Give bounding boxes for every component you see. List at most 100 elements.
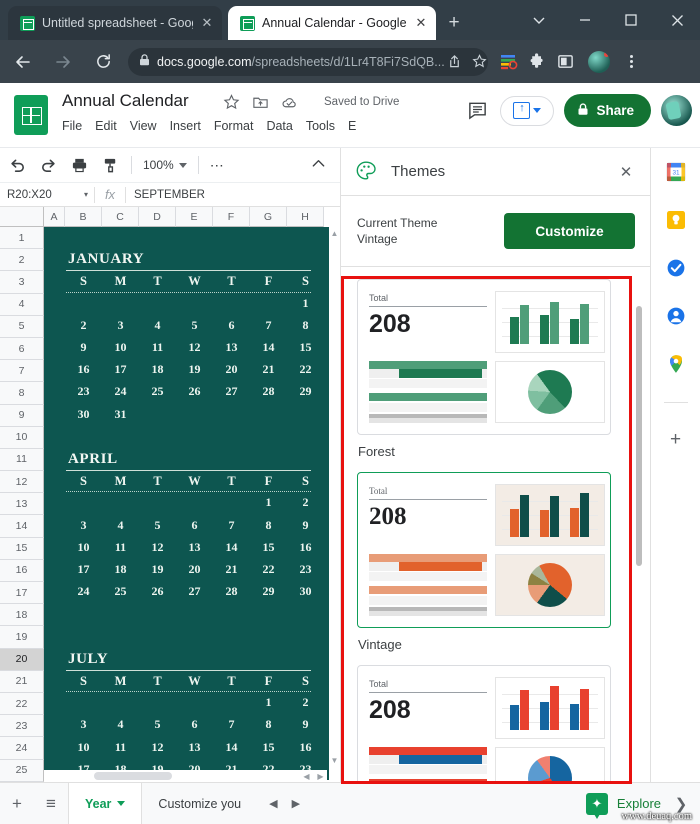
redo-icon[interactable]	[35, 152, 62, 179]
calendar-day-cell[interactable]: 4	[102, 518, 139, 533]
color-picker-extension-icon[interactable]	[498, 51, 520, 73]
calendar-day-cell[interactable]: 19	[176, 362, 213, 377]
column-header-b[interactable]: B	[65, 207, 102, 227]
scroll-left-icon[interactable]: ◀	[300, 770, 313, 782]
calendar-day-cell[interactable]: 31	[102, 407, 139, 422]
row-header-19[interactable]: 19	[0, 626, 44, 649]
calendar-day-cell[interactable]	[102, 695, 139, 710]
column-header-d[interactable]: D	[139, 207, 176, 227]
theme-card-wrapper[interactable]: Total 208	[357, 665, 635, 782]
chevron-down-icon[interactable]	[117, 801, 126, 806]
calendar-day-cell[interactable]	[287, 407, 324, 422]
minimize-icon[interactable]	[562, 0, 608, 40]
share-button[interactable]: Share	[564, 94, 651, 127]
row-header-11[interactable]: 11	[0, 448, 44, 472]
calendar-day-cell[interactable]: 17	[65, 562, 102, 577]
row-header-10[interactable]: 10	[0, 426, 44, 449]
calendar-day-cell[interactable]	[102, 495, 139, 510]
calendar-day-cell[interactable]: 29	[250, 584, 287, 599]
calendar-day-cell[interactable]: 6	[176, 717, 213, 732]
calendar-day-cell[interactable]: 11	[102, 740, 139, 755]
explore-icon[interactable]	[585, 792, 608, 819]
calendar-day-cell[interactable]: 26	[176, 384, 213, 399]
theme-card-wrapper[interactable]: Total 208 Forest	[357, 279, 635, 459]
calendar-content[interactable]: JANUARY S M T W T F S 1 2 3 4 5 6 7 8 9 10 11 12 13 14 15 16 17 1…	[44, 227, 329, 780]
row-header-25[interactable]: 25	[0, 759, 44, 782]
row-header-18[interactable]: 18	[0, 604, 44, 627]
google-tasks-icon[interactable]	[664, 256, 688, 280]
calendar-day-cell[interactable]: 11	[102, 540, 139, 555]
menu-insert[interactable]: Insert	[170, 119, 201, 133]
document-title[interactable]: Annual Calendar	[62, 91, 189, 111]
scroll-right-icon[interactable]: ▶	[314, 770, 327, 782]
toolbar-more-button[interactable]: ⋯	[210, 157, 225, 174]
calendar-day-cell[interactable]	[65, 296, 102, 311]
comment-history-icon[interactable]	[464, 98, 490, 124]
calendar-day-cell[interactable]: 3	[102, 318, 139, 333]
scroll-up-icon[interactable]: ▲	[329, 227, 340, 240]
calendar-day-cell[interactable]: 23	[287, 562, 324, 577]
calendar-day-cell[interactable]: 17	[102, 362, 139, 377]
paint-format-icon[interactable]	[97, 152, 124, 179]
move-to-folder-icon[interactable]	[251, 93, 270, 112]
name-box[interactable]: R20:X20	[0, 189, 78, 201]
calendar-day-cell[interactable]: 23	[65, 384, 102, 399]
row-header-20[interactable]: 20	[0, 648, 44, 671]
calendar-day-cell[interactable]: 2	[287, 495, 324, 510]
undo-icon[interactable]	[4, 152, 31, 179]
calendar-day-cell[interactable]	[176, 407, 213, 422]
calendar-day-cell[interactable]: 9	[287, 518, 324, 533]
calendar-day-cell[interactable]: 14	[213, 740, 250, 755]
calendar-day-cell[interactable]: 13	[176, 740, 213, 755]
next-sheet-icon[interactable]: ▶	[292, 797, 300, 810]
star-icon[interactable]	[470, 52, 488, 72]
star-icon[interactable]	[222, 93, 241, 112]
calendar-day-cell[interactable]: 13	[213, 340, 250, 355]
row-header-23[interactable]: 23	[0, 715, 44, 738]
google-contacts-icon[interactable]	[664, 304, 688, 328]
row-header-14[interactable]: 14	[0, 515, 44, 538]
add-app-button[interactable]: +	[664, 427, 688, 451]
calendar-day-cell[interactable]: 29	[287, 384, 324, 399]
forward-icon[interactable]	[46, 45, 80, 79]
customize-button[interactable]: Customize	[504, 213, 635, 249]
close-window-icon[interactable]	[654, 0, 700, 40]
formula-input[interactable]: SEPTEMBER	[126, 189, 205, 201]
google-calendar-icon[interactable]: 31	[664, 160, 688, 184]
calendar-day-cell[interactable]: 22	[287, 362, 324, 377]
calendar-day-cell[interactable]	[65, 495, 102, 510]
row-header-1[interactable]: 1	[0, 227, 44, 250]
calendar-day-cell[interactable]	[139, 407, 176, 422]
calendar-day-cell[interactable]: 9	[65, 340, 102, 355]
vertical-scrollbar[interactable]: ▲ ▼	[329, 227, 340, 767]
calendar-day-cell[interactable]: 4	[102, 717, 139, 732]
calendar-day-cell[interactable]	[139, 495, 176, 510]
calendar-day-cell[interactable]: 7	[213, 717, 250, 732]
calendar-day-cell[interactable]: 25	[139, 384, 176, 399]
menu-file[interactable]: File	[62, 119, 82, 133]
menu-view[interactable]: View	[130, 119, 157, 133]
theme-card-wrapper[interactable]: Total 208 Vintage	[357, 472, 635, 652]
calendar-day-cell[interactable]: 26	[139, 584, 176, 599]
calendar-day-cell[interactable]: 5	[139, 518, 176, 533]
calendar-day-cell[interactable]: 8	[250, 518, 287, 533]
calendar-day-cell[interactable]: 7	[213, 518, 250, 533]
row-header-9[interactable]: 9	[0, 404, 44, 427]
collapse-chevron-icon[interactable]	[516, 0, 562, 40]
hscroll-thumb[interactable]	[94, 772, 172, 780]
themes-panel-scroll-thumb[interactable]	[636, 306, 642, 566]
maximize-icon[interactable]	[608, 0, 654, 40]
all-sheets-button[interactable]: ≡	[34, 787, 68, 821]
calendar-day-cell[interactable]: 21	[250, 362, 287, 377]
calendar-day-cell[interactable]	[176, 296, 213, 311]
reload-icon[interactable]	[86, 45, 120, 79]
calendar-day-cell[interactable]	[102, 296, 139, 311]
scroll-down-icon[interactable]: ▼	[329, 754, 340, 767]
calendar-day-cell[interactable]: 4	[139, 318, 176, 333]
row-header-2[interactable]: 2	[0, 249, 44, 272]
row-header-6[interactable]: 6	[0, 337, 44, 361]
calendar-day-cell[interactable]: 15	[250, 740, 287, 755]
column-header-c[interactable]: C	[102, 207, 139, 227]
row-header-24[interactable]: 24	[0, 737, 44, 760]
kebab-menu-icon[interactable]	[620, 55, 642, 68]
